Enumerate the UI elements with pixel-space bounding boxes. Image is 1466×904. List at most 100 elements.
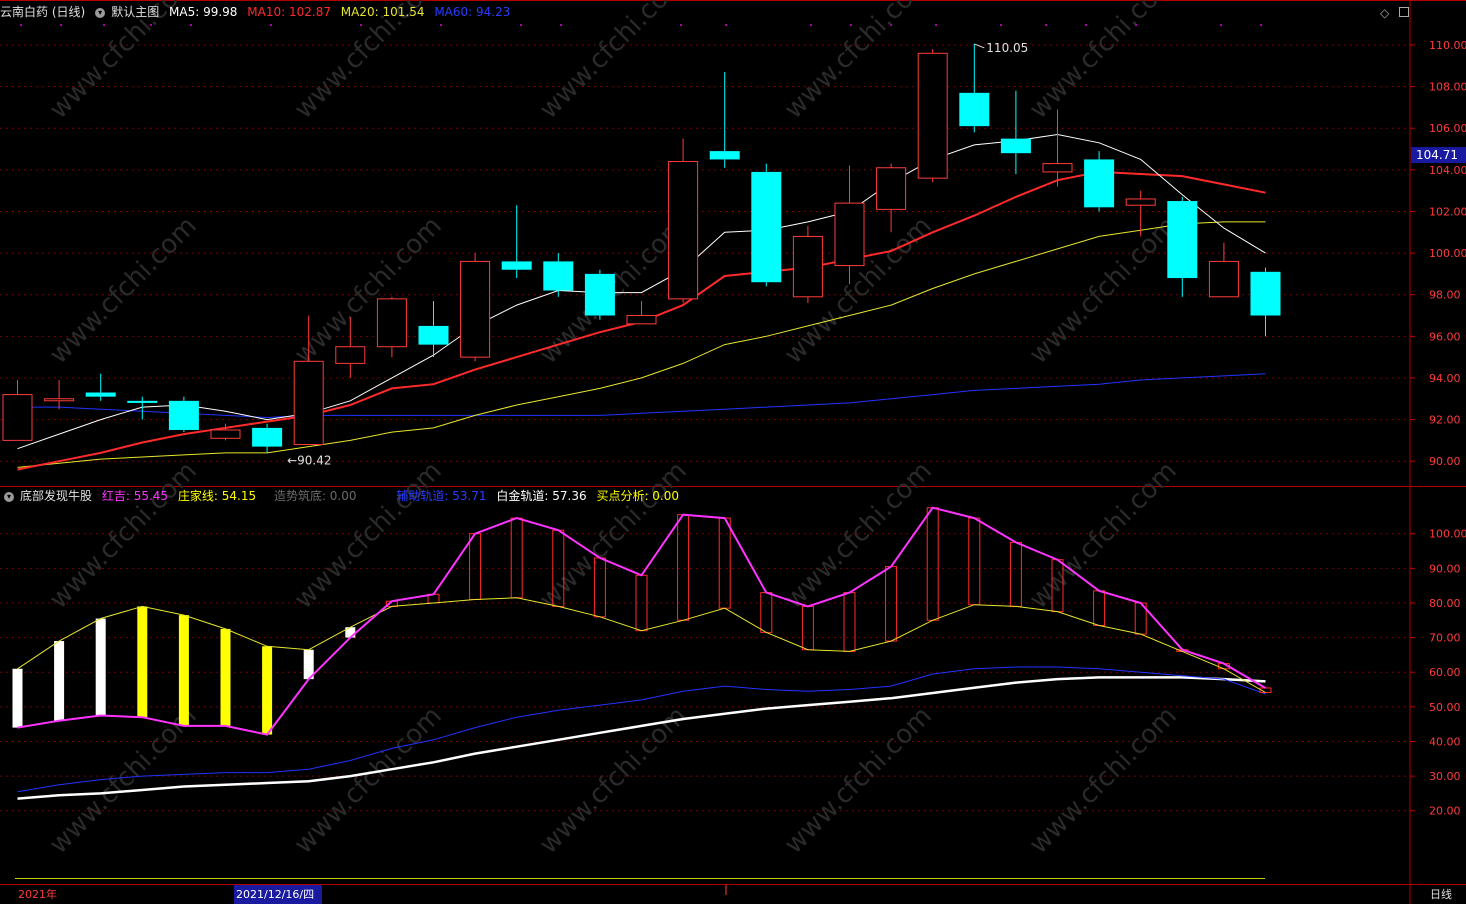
indicator-bar-yellow: [262, 646, 273, 735]
main-tick-label: 110.00: [1429, 39, 1466, 52]
top-marker-dot: [680, 24, 682, 26]
watermark-text: www.cfchi.com: [289, 456, 448, 615]
watermark-text: www.cfchi.com: [289, 211, 448, 370]
indicator-bar-white: [54, 641, 65, 721]
watermark-text: www.cfchi.com: [44, 456, 203, 615]
candle-body-down: [584, 273, 615, 316]
candle: [44, 380, 75, 410]
candle: [1208, 242, 1239, 298]
indicator-bar-red: [1093, 590, 1106, 626]
indicator-tick-label: 100.00: [1429, 528, 1466, 541]
indicator-tick-label: 40.00: [1429, 735, 1461, 748]
candle: [1167, 196, 1198, 297]
indicator-tick-label: 90.00: [1429, 562, 1461, 575]
indicator-name[interactable]: 底部发现牛股: [20, 489, 92, 503]
main-tick-label: 104.00: [1429, 164, 1466, 177]
indicator-tick-label: 20.00: [1429, 805, 1461, 818]
indicator-bar-white: [12, 668, 23, 728]
indicator-tick-label: 60.00: [1429, 666, 1461, 679]
indicator-bar-yellow: [220, 628, 231, 726]
top-marker-dot: [360, 24, 362, 26]
indicator-bar-red: [760, 592, 773, 633]
candle-body-up: [668, 161, 699, 300]
indicator-bar-red: [801, 605, 814, 651]
zhuangjia-label: 庄家线: 54.15: [177, 489, 257, 503]
candle: [668, 138, 699, 304]
candle-body-up: [293, 360, 324, 446]
candle-body-down: [1084, 159, 1115, 208]
candle-body-up: [2, 394, 33, 441]
candle-body-down: [127, 400, 158, 403]
top-marker-dot: [190, 24, 192, 26]
candle-body-up: [335, 346, 366, 364]
candle-body-up: [1042, 163, 1073, 173]
candle: [1084, 151, 1115, 212]
candle-body-down: [418, 325, 449, 345]
template-name[interactable]: 默认主图: [111, 5, 159, 19]
watermark-text: www.cfchi.com: [1024, 211, 1183, 370]
candle-body-up: [917, 52, 948, 179]
candle: [959, 43, 990, 133]
main-tick-label: 98.00: [1429, 289, 1461, 302]
maidian-label: 买点分析: 0.00: [596, 489, 680, 503]
ma5-line: [17, 133, 1266, 450]
top-marker-dot: [60, 24, 62, 26]
candle-body-down: [1250, 271, 1281, 316]
top-marker-dot: [440, 24, 442, 26]
indicator-tick-label: 50.00: [1429, 701, 1461, 714]
cursor-date-label: 2021/12/16/四: [234, 885, 322, 904]
candle-body-down: [543, 261, 574, 291]
candle: [751, 163, 782, 287]
candle: [2, 380, 33, 441]
stock-chart-canvas[interactable]: 90.00 92.00 94.00 96.00 98.00 100.00 102.00 104…: [0, 0, 1466, 904]
high-annotation: 110.05: [986, 41, 1028, 55]
watermark-text: www.cfchi.com: [534, 701, 693, 860]
candle: [1250, 267, 1281, 337]
year-label: 2021年: [18, 888, 57, 901]
ma60-label: MA60: 94.23: [434, 5, 511, 19]
top-marker-dot: [1000, 24, 1002, 26]
main-tick-label: 108.00: [1429, 81, 1466, 94]
indicator-header: ▾ 底部发现牛股 红吉: 55.45 庄家线: 54.15 造势筑底: 0.00 …: [0, 486, 1412, 506]
fuzhu-label: 辅助轨道: 53.71: [396, 489, 487, 503]
candle: [876, 163, 907, 233]
ma60-line: [17, 373, 1266, 419]
indicator-bar-red: [677, 514, 690, 621]
candle-body-down: [501, 261, 532, 270]
baijin-label: 白金轨道: 57.36: [496, 489, 587, 503]
candle-body-down: [168, 400, 199, 430]
current-price-tag: 104.71: [1416, 148, 1458, 162]
indicator-tick-label: 30.00: [1429, 770, 1461, 783]
candle: [501, 205, 532, 279]
indicator-menu-icon[interactable]: ▾: [4, 492, 14, 502]
candle: [168, 396, 199, 433]
indicator-bar-red: [1009, 541, 1022, 607]
top-marker-dot: [103, 24, 105, 26]
indicator-bar-red: [968, 517, 981, 606]
candle: [376, 296, 407, 358]
ma5-label: MA5: 99.98: [169, 5, 238, 19]
watermark-text: www.cfchi.com: [44, 211, 203, 370]
top-marker-dot: [560, 24, 562, 26]
candle-body-up: [626, 315, 657, 325]
template-menu-icon[interactable]: ▾: [95, 8, 106, 18]
main-tick-label: 96.00: [1429, 330, 1461, 343]
zaoshi-label: 造势筑底: 0.00: [273, 489, 357, 503]
period-label[interactable]: 日线: [1416, 885, 1466, 904]
indicator-tick-label: 80.00: [1429, 597, 1461, 610]
watermark-text: www.cfchi.com: [779, 701, 938, 860]
indicator-bar-white: [95, 618, 106, 716]
candle-body-down: [1000, 138, 1031, 154]
candle-body-up: [1208, 260, 1239, 298]
stock-title[interactable]: 云南白药 (日线): [0, 5, 85, 19]
candle: [127, 396, 158, 420]
main-tick-label: 94.00: [1429, 372, 1461, 385]
indicator-bar-red: [718, 517, 731, 609]
candle: [584, 269, 615, 320]
candle-body-up: [792, 235, 823, 298]
top-marker-dot: [1085, 24, 1087, 26]
candle: [418, 300, 449, 358]
top-marker-dot: [20, 24, 22, 26]
ma20-label: MA20: 101.54: [340, 5, 425, 19]
top-marker-dot: [520, 24, 522, 26]
